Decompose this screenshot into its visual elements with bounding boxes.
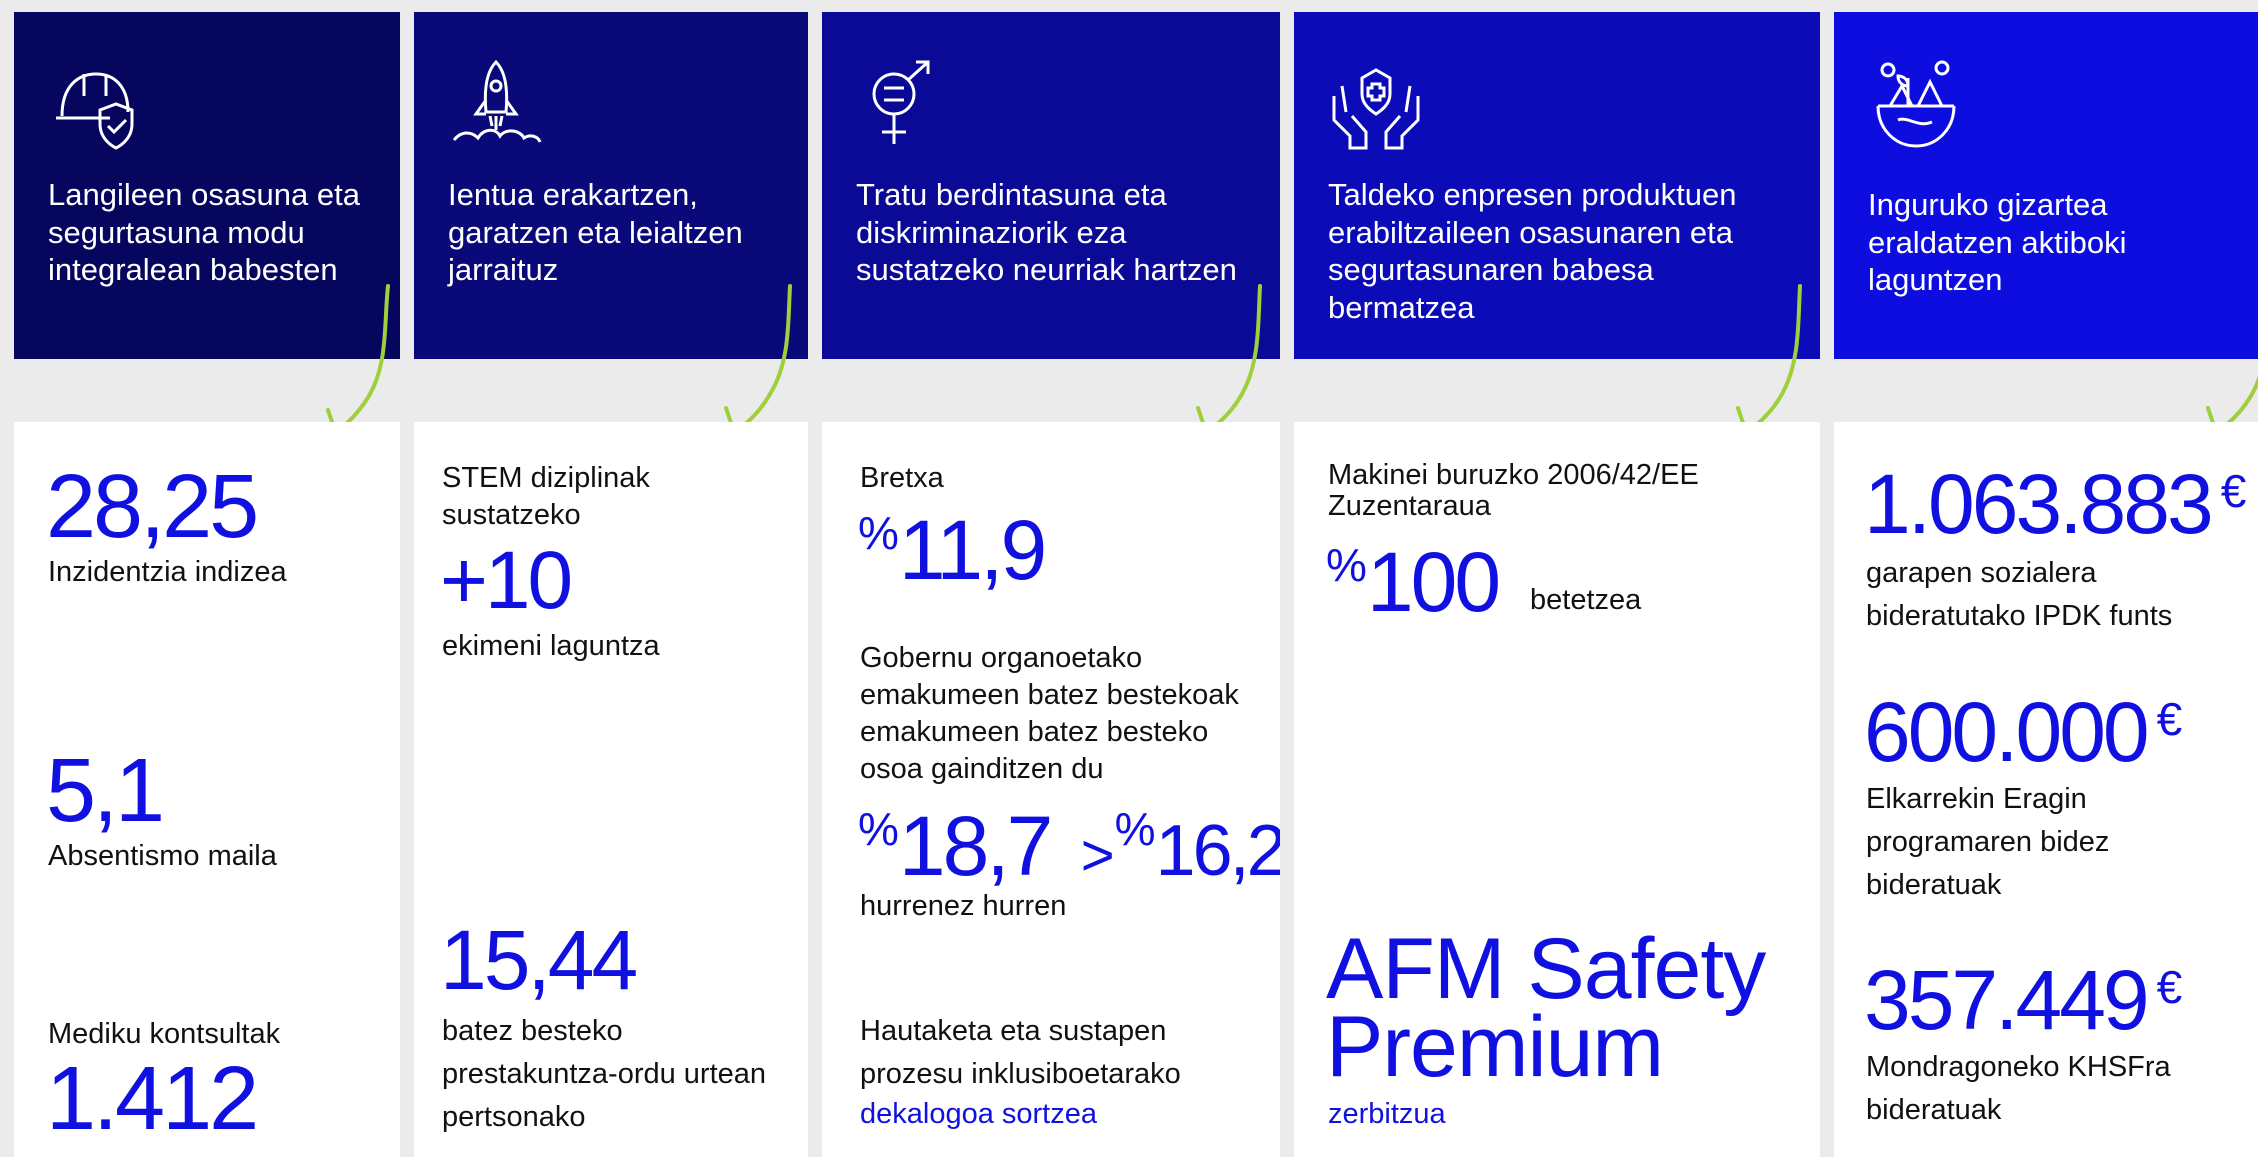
header-text: Ientua erakartzen, garatzen eta leialtze… — [448, 177, 743, 287]
rocket-icon — [448, 56, 544, 152]
header-block-2: Ientua erakartzen, garatzen eta leialtze… — [414, 12, 808, 435]
header-text: Tratu berdintasuna eta diskriminaziorik … — [856, 177, 1237, 287]
training-hours-label: batez besteko prestakuntza-ordu urtean p… — [442, 1015, 767, 1133]
inclusive-process-label: Hautaketa eta sustapen prozesu inklusibo… — [860, 1015, 1181, 1090]
stats-card-3: Bretxa %11,9 Gobernu organoetako emakume… — [822, 422, 1280, 1157]
globe-nature-icon — [1868, 56, 1964, 152]
respectively-label: hurrenez hurren — [860, 890, 1067, 922]
stem-label: STEM diziplinak sustatzeko — [442, 462, 650, 531]
header-text: Langileen osasuna eta segurtasuna modu i… — [48, 177, 360, 287]
governance-label: Gobernu organoetako emakumeen batez best… — [860, 642, 1239, 785]
header-block-1: Langileen osasuna eta segurtasuna modu i… — [14, 12, 400, 437]
absenteeism-value: 5,1 — [46, 741, 165, 841]
hands-cross-icon — [1328, 56, 1424, 152]
service-link[interactable]: zerbitzua — [1328, 1096, 1446, 1133]
medical-consultations-value: 1.412 — [46, 1049, 259, 1149]
stats-card-2: STEM diziplinak sustatzeko +10 ekimeni l… — [414, 422, 808, 1157]
header-block-5: Inguruko gizartea eraldatzen aktiboki la… — [1834, 12, 2258, 435]
governance-comparison-value: %18,7 >%16,2 — [858, 799, 1280, 893]
elkarrekin-value: 600.000 € — [1864, 685, 2183, 779]
compliance-label: betetzea — [1530, 584, 1642, 616]
initiatives-label: ekimeni laguntza — [442, 630, 660, 662]
absenteeism-label: Absentismo maila — [48, 840, 277, 872]
incidence-index-value: 28,25 — [46, 457, 259, 557]
elkarrekin-label: Elkarrekin Eragin programaren bidez bide… — [1866, 783, 2110, 901]
percent-sign: % — [858, 507, 899, 559]
stats-card-5: 1.063.883 € garapen sozialera bideratutak… — [1834, 422, 2258, 1157]
directive-label: Makinei buruzko 2006/42/EE Zuzentaraua — [1328, 459, 1699, 522]
medical-consultations-label: Mediku kontsultak — [48, 1018, 281, 1050]
afm-safety-premium-title: AFM Safety Premium — [1326, 921, 1766, 1095]
gap-label: Bretxa — [860, 462, 944, 494]
incidence-index-label: Inzidentzia indizea — [48, 556, 287, 588]
stats-card-4: Makinei buruzko 2006/42/EE Zuzentaraua %… — [1294, 422, 1820, 1157]
gap-value: %11,9 — [858, 503, 1047, 597]
header-block-3: Tratu berdintasuna eta diskriminaziorik … — [822, 12, 1280, 435]
decalogue-link[interactable]: dekalogoa sortzea — [860, 1096, 1097, 1133]
stats-card-1: 28,25 Inzidentzia indizea 5,1 Absentismo… — [14, 422, 400, 1157]
khsf-value: 357.449 € — [1864, 953, 2183, 1047]
ipdk-funds-value: 1.063.883 € — [1864, 457, 2247, 551]
header-block-4: Taldeko enpresen produktuen erabiltzaile… — [1294, 12, 1820, 435]
header-text: Inguruko gizartea eraldatzen aktiboki la… — [1868, 187, 2127, 297]
ipdk-funds-label: garapen sozialera bideratutako IPDK funt… — [1866, 557, 2173, 632]
gender-equality-icon — [856, 56, 952, 152]
compliance-value: %100 — [1326, 535, 1501, 629]
khsf-label: Mondragoneko KHSFra bideratuak — [1866, 1051, 2171, 1126]
helmet-shield-icon — [48, 56, 144, 152]
training-hours-value: 15,44 — [440, 913, 638, 1007]
initiatives-value: +10 — [440, 535, 573, 626]
